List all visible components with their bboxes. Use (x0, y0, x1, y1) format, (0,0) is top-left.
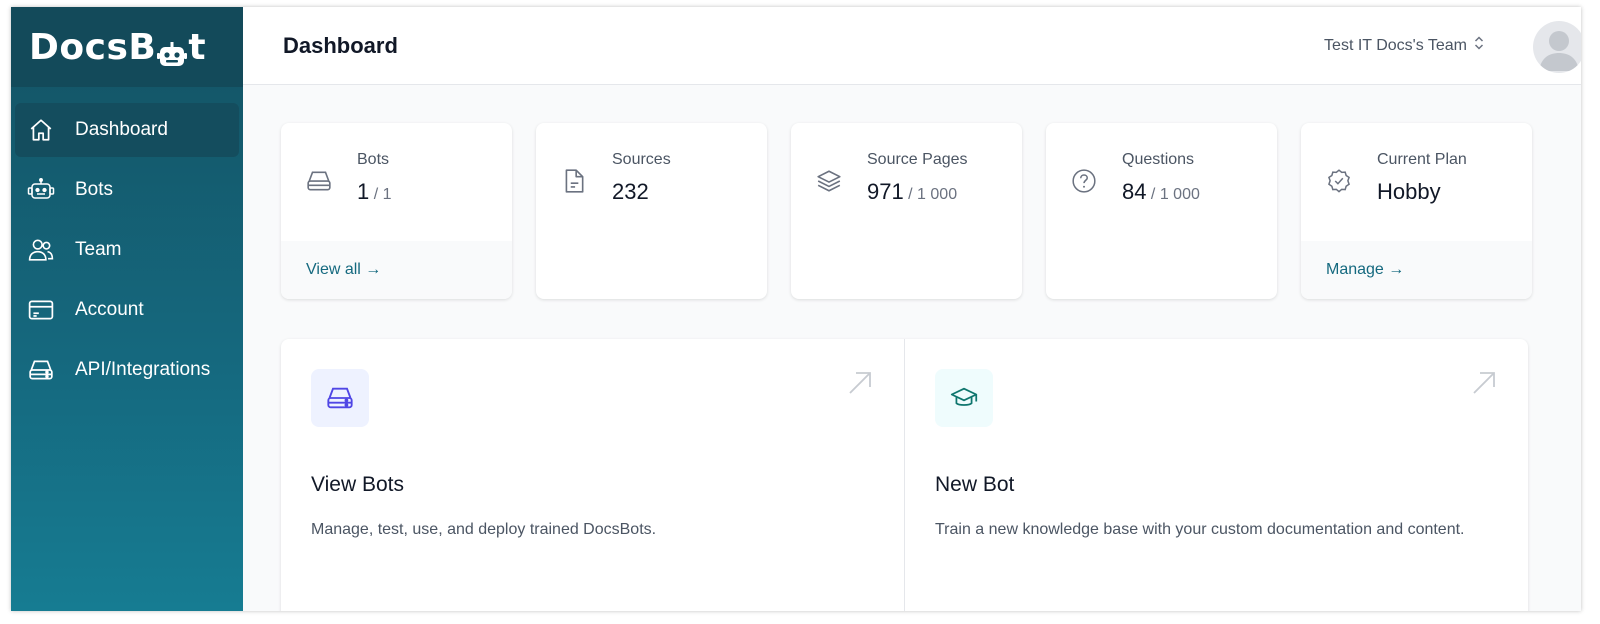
stat-label: Source Pages (867, 151, 968, 168)
sidebar-nav: Dashboard Bots Team Account API/Integrat… (11, 87, 243, 397)
stat-card-sources: Sources 232 (536, 123, 767, 299)
document-icon (560, 167, 588, 195)
top-bar: Dashboard Test IT Docs's Team (243, 7, 1581, 85)
sidebar-item-account[interactable]: Account (15, 283, 239, 337)
action-title: New Bot (935, 473, 1015, 496)
stat-card-bots: Bots 1 / 1 View all → (281, 123, 512, 299)
credit-card-icon (27, 296, 55, 324)
chevron-up-down-icon (1473, 34, 1485, 57)
stat-label: Current Plan (1377, 151, 1467, 168)
server-icon (305, 167, 333, 195)
logo-text-left: DocsB (29, 26, 157, 68)
sidebar-item-label: Bots (75, 179, 114, 200)
logo-bar: DocsB t (11, 7, 243, 87)
view-all-bots-link[interactable]: View all → (281, 241, 512, 299)
action-description: Manage, test, use, and deploy trained Do… (311, 521, 657, 538)
new-bot-card[interactable]: New Bot Train a new knowledge base with … (904, 339, 1528, 611)
stat-value: 84 / 1 000 (1122, 179, 1200, 204)
app-window: DocsB t Dashboard Bots Team Account API/… (11, 7, 1581, 611)
question-circle-icon (1070, 167, 1098, 195)
stat-label: Questions (1122, 151, 1195, 168)
sidebar-item-label: Team (75, 239, 122, 260)
user-avatar-icon[interactable] (1533, 21, 1581, 73)
home-icon (27, 116, 55, 144)
server-icon (311, 369, 369, 427)
team-switcher[interactable]: Test IT Docs's Team (1324, 34, 1485, 57)
arrow-up-right-icon (1470, 369, 1498, 397)
stat-label: Bots (357, 151, 390, 168)
robot-logo-icon (157, 36, 188, 66)
stat-label: Sources (612, 151, 671, 168)
action-title: View Bots (311, 473, 404, 496)
stat-value: Hobby (1377, 179, 1441, 204)
sidebar: DocsB t Dashboard Bots Team Account API/… (11, 7, 243, 611)
check-badge-icon (1325, 167, 1353, 195)
users-icon (27, 236, 55, 264)
manage-plan-link[interactable]: Manage → (1301, 241, 1532, 299)
server-icon (27, 356, 55, 384)
layers-icon (815, 167, 843, 195)
stats-row: Bots 1 / 1 View all → Sources 232 Source… (281, 123, 1561, 299)
sidebar-item-label: API/Integrations (75, 359, 211, 380)
sidebar-item-dashboard[interactable]: Dashboard (15, 103, 239, 157)
stat-card-current-plan: Current Plan Hobby Manage → (1301, 123, 1532, 299)
stat-card-questions: Questions 84 / 1 000 (1046, 123, 1277, 299)
quick-actions: View Bots Manage, test, use, and deploy … (281, 339, 1528, 611)
view-bots-card[interactable]: View Bots Manage, test, use, and deploy … (281, 339, 904, 611)
team-name: Test IT Docs's Team (1324, 36, 1467, 54)
sidebar-item-bots[interactable]: Bots (15, 163, 239, 217)
sidebar-item-api-integrations[interactable]: API/Integrations (15, 343, 239, 397)
stat-value: 971 / 1 000 (867, 179, 958, 204)
stat-card-source-pages: Source Pages 971 / 1 000 (791, 123, 1022, 299)
sidebar-item-team[interactable]: Team (15, 223, 239, 277)
main-area: Dashboard Test IT Docs's Team Bots 1 / 1… (243, 7, 1581, 611)
page-title: Dashboard (283, 32, 398, 58)
arrow-up-right-icon (846, 369, 874, 397)
sidebar-item-label: Account (75, 299, 144, 320)
stat-value: 1 / 1 (357, 179, 392, 204)
action-description: Train a new knowledge base with your cus… (935, 521, 1465, 538)
robot-icon (27, 176, 55, 204)
graduation-cap-icon (935, 369, 993, 427)
stat-value: 232 (612, 179, 649, 204)
docsbot-logo[interactable]: DocsB t (29, 27, 206, 68)
sidebar-item-label: Dashboard (75, 119, 168, 140)
dashboard-content: Bots 1 / 1 View all → Sources 232 Source… (243, 85, 1581, 611)
logo-text-right: t (188, 26, 207, 68)
